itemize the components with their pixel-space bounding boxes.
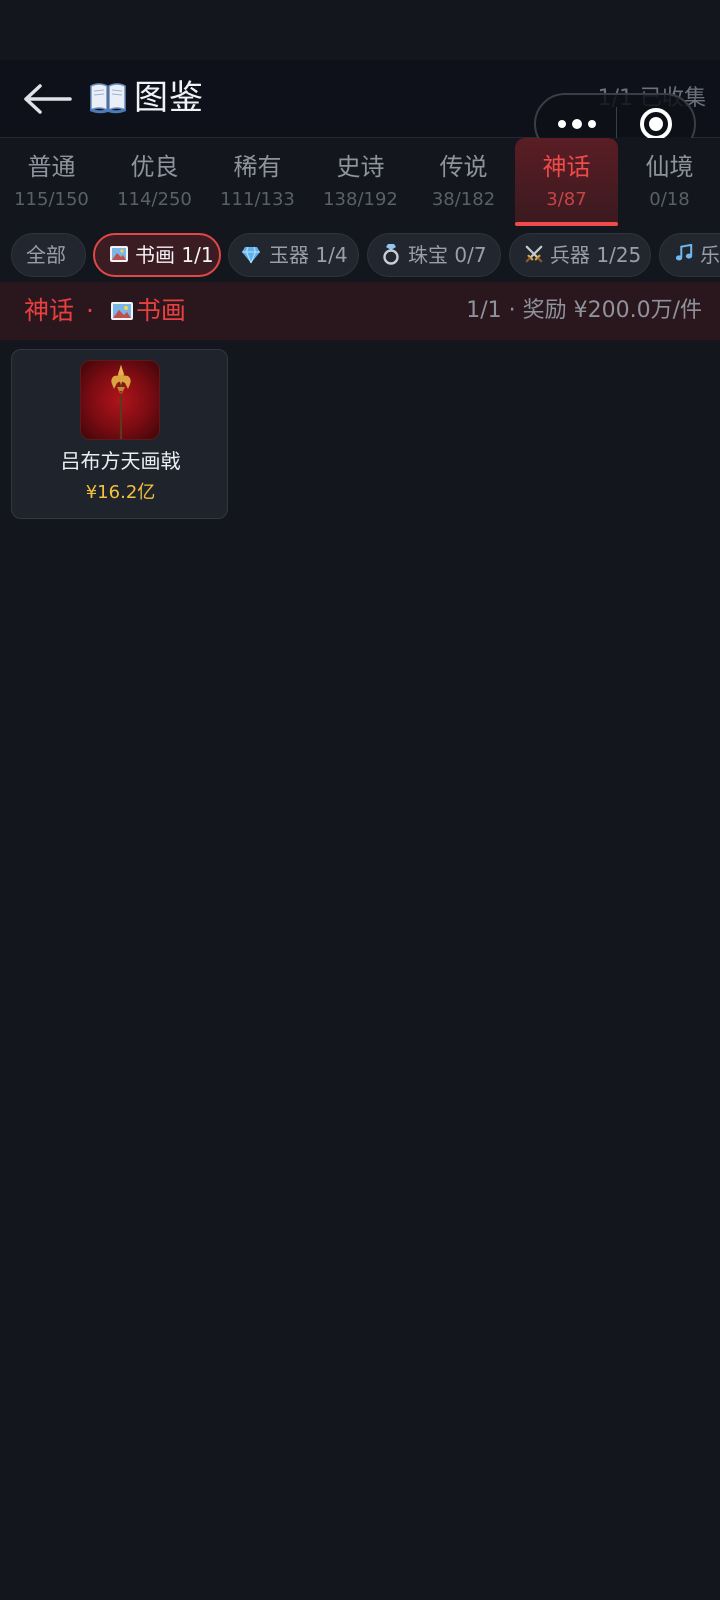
- chip-label: 书画 1/1: [135, 243, 214, 267]
- chip-label: 玉器 1/4: [269, 243, 348, 267]
- item-name: 吕布方天画戟: [60, 449, 181, 473]
- tab-rare[interactable]: 稀有 111/133: [206, 138, 309, 226]
- back-arrow-icon[interactable]: [22, 82, 74, 116]
- chip-painting[interactable]: 书画 1/1: [93, 233, 221, 277]
- close-target-dot: [649, 117, 663, 131]
- tab-name: 仙境: [645, 153, 694, 181]
- rarity-tabs: 普通 115/150 优良 114/250 稀有 111/133 史诗 138/…: [0, 138, 720, 226]
- section-title: 神话 · 书画: [24, 294, 186, 328]
- tab-count: 114/250: [117, 189, 192, 210]
- chip-label: 珠宝 0/7: [408, 243, 487, 267]
- section-category: 书画: [135, 296, 186, 325]
- tab-mythic[interactable]: 神话 3/87: [515, 138, 618, 226]
- tab-name: 优良: [130, 153, 179, 181]
- section-rarity: 神话: [24, 296, 75, 325]
- tab-name: 神话: [542, 153, 591, 181]
- item-thumbnail: [80, 360, 160, 440]
- music-note-icon: [675, 244, 693, 261]
- section-reward: 1/1 · 奖励 ¥200.0万/件: [466, 298, 702, 323]
- tab-count: 38/182: [431, 189, 496, 210]
- item-price: ¥16.2亿: [85, 482, 156, 503]
- halberd-icon: [111, 365, 131, 439]
- ring-icon: [383, 244, 399, 265]
- chip-music[interactable]: 乐: [659, 233, 720, 277]
- tab-common[interactable]: 普通 115/150: [0, 138, 103, 226]
- gem-icon: [242, 246, 260, 264]
- tab-count: 3/87: [546, 189, 587, 210]
- section-separator: ·: [85, 296, 94, 325]
- chip-label: 乐: [700, 243, 720, 267]
- tab-name: 普通: [27, 153, 76, 181]
- item-card[interactable]: 吕布方天画戟 ¥16.2亿: [11, 349, 228, 519]
- chip-all[interactable]: 全部: [11, 233, 86, 277]
- chip-jewelry[interactable]: 珠宝 0/7: [367, 233, 501, 277]
- tab-name: 稀有: [233, 153, 282, 181]
- chip-jade[interactable]: 玉器 1/4: [228, 233, 359, 277]
- tab-legendary[interactable]: 传说 38/182: [412, 138, 515, 226]
- chip-label: 兵器 1/25: [550, 243, 642, 267]
- tab-count: 138/192: [323, 189, 398, 210]
- tab-good[interactable]: 优良 114/250: [103, 138, 206, 226]
- more-dot: [572, 119, 582, 129]
- tab-count: 111/133: [220, 189, 295, 210]
- chip-label: 全部: [26, 243, 66, 267]
- category-chips: 全部 书画 1/1 玉器 1/4 珠宝 0/7 兵器 1/25 乐: [0, 230, 720, 280]
- painting-icon: [110, 246, 128, 262]
- painting-icon: [110, 302, 133, 320]
- tab-count: 0/18: [649, 189, 690, 210]
- status-bar: [0, 0, 720, 60]
- section-banner: 神话 · 书画 1/1 · 奖励 ¥200.0万/件: [0, 282, 720, 340]
- tab-name: 传说: [439, 153, 488, 181]
- chip-weapon[interactable]: 兵器 1/25: [509, 233, 651, 277]
- tab-count: 115/150: [14, 189, 89, 210]
- tab-wonderland[interactable]: 仙境 0/18: [618, 138, 720, 226]
- more-dots-icon: [558, 120, 566, 128]
- crossed-swords-icon: [525, 245, 543, 263]
- tab-epic[interactable]: 史诗 138/192: [309, 138, 412, 226]
- more-dot: [588, 120, 596, 128]
- tab-name: 史诗: [336, 153, 385, 181]
- page-title: 图鉴: [134, 78, 204, 118]
- book-icon: [90, 83, 126, 114]
